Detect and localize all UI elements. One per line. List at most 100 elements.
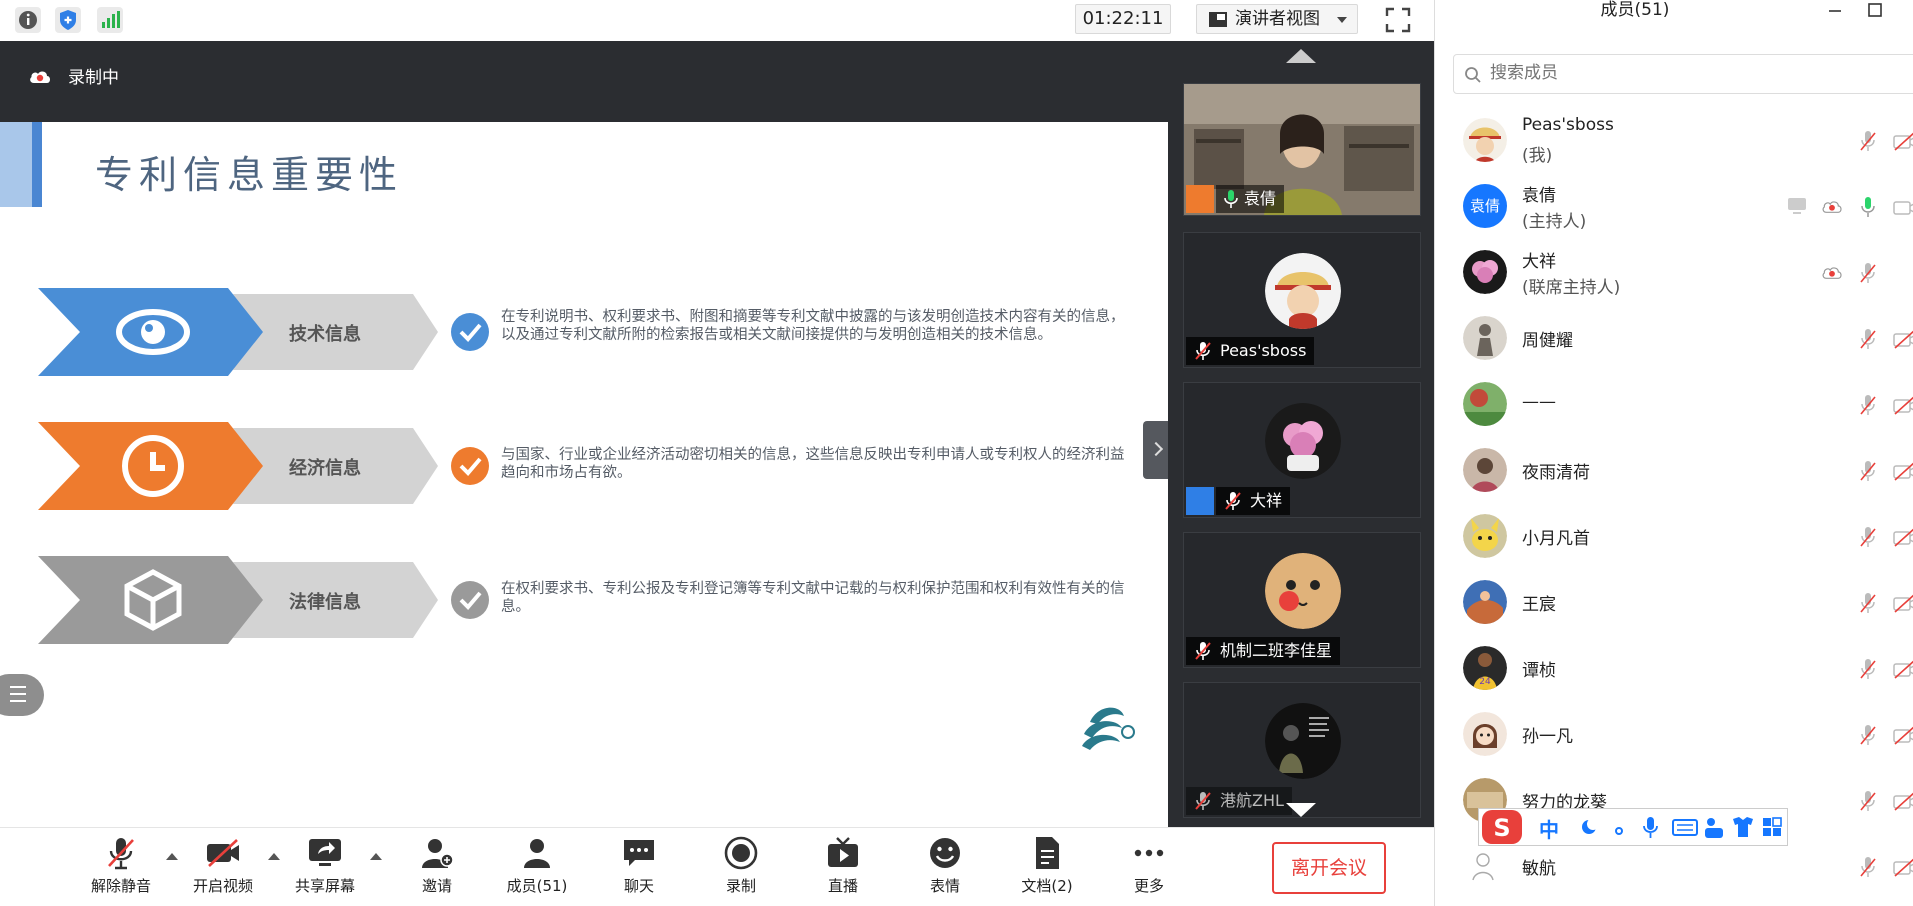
slide-menu-tab[interactable] bbox=[0, 674, 44, 716]
mic-muted-icon[interactable] bbox=[1859, 526, 1877, 548]
check-icon bbox=[451, 313, 489, 351]
avatar bbox=[1463, 316, 1507, 360]
mic-muted-icon[interactable] bbox=[1859, 658, 1877, 680]
screen-share-status-icon bbox=[1788, 198, 1806, 214]
video-tile[interactable]: Peas'sboss bbox=[1183, 232, 1421, 368]
row-tag: 法律信息 bbox=[289, 592, 361, 613]
info-icon[interactable] bbox=[14, 6, 42, 34]
video-tile[interactable]: 港航ZHL bbox=[1183, 682, 1421, 818]
video-name-label: 大祥 bbox=[1216, 487, 1291, 515]
member-row[interactable]: 袁倩 袁倩 (主持人) bbox=[1435, 173, 1913, 239]
avatar bbox=[1463, 448, 1507, 492]
record-button[interactable]: 录制 bbox=[696, 828, 786, 906]
start-video-button[interactable]: 开启视频 bbox=[178, 828, 268, 906]
member-search[interactable] bbox=[1453, 54, 1913, 94]
member-row[interactable]: 王宸 bbox=[1435, 569, 1913, 635]
mic-muted-icon bbox=[1195, 642, 1211, 660]
more-button[interactable]: 更多 bbox=[1104, 828, 1194, 906]
avatar bbox=[1463, 514, 1507, 558]
video-tile[interactable]: 机制二班李佳星 bbox=[1183, 532, 1421, 668]
camera-off-icon[interactable] bbox=[1893, 131, 1913, 151]
camera-off-icon[interactable] bbox=[1893, 329, 1913, 349]
mic-muted-icon[interactable] bbox=[1859, 460, 1877, 482]
mic-muted-icon bbox=[1225, 492, 1241, 510]
member-search-input[interactable] bbox=[1490, 63, 1870, 83]
audio-options-caret[interactable] bbox=[166, 853, 178, 860]
top-bar: 01:22:11 演讲者视图 bbox=[0, 0, 1434, 41]
avatar bbox=[1463, 382, 1507, 426]
member-row[interactable]: 小月凡首 bbox=[1435, 503, 1913, 569]
row-tag: 经济信息 bbox=[289, 458, 361, 479]
video-tile[interactable]: 袁倩 bbox=[1183, 83, 1421, 216]
signal-icon[interactable] bbox=[96, 6, 124, 34]
member-row[interactable]: 周健耀 bbox=[1435, 305, 1913, 371]
camera-icon[interactable] bbox=[1893, 197, 1913, 217]
minimize-icon[interactable] bbox=[1827, 2, 1843, 18]
member-row[interactable]: 孙一凡 bbox=[1435, 701, 1913, 767]
ime-icons: S bbox=[1482, 810, 1782, 844]
member-row[interactable]: —— bbox=[1435, 371, 1913, 437]
scroll-down-arrow-icon[interactable] bbox=[1286, 803, 1316, 817]
shared-slide: 专利信息重要性 技术信息 在专利说明书、权利要求书、附图和摘要等专利文献中披露的… bbox=[0, 122, 1168, 779]
video-options-caret[interactable] bbox=[268, 853, 280, 860]
scroll-up-arrow-icon[interactable] bbox=[1286, 49, 1316, 63]
view-mode-dropdown[interactable]: 演讲者视图 bbox=[1196, 4, 1358, 34]
voice-input-icon bbox=[1647, 817, 1654, 830]
video-name-label: 机制二班李佳星 bbox=[1186, 637, 1341, 665]
avatar bbox=[1463, 580, 1507, 624]
user-tools-icon bbox=[1707, 818, 1715, 826]
mic-active-icon bbox=[1224, 190, 1238, 208]
mic-muted-icon[interactable] bbox=[1859, 592, 1877, 614]
mic-muted-icon[interactable] bbox=[1859, 328, 1877, 350]
video-panel: 袁倩 Peas'sboss 大祥 机制二班李佳星 港航ZHL bbox=[1168, 41, 1434, 827]
documents-button[interactable]: 文档(2) bbox=[1002, 828, 1092, 906]
maximize-icon[interactable] bbox=[1867, 2, 1883, 18]
video-name-label: Peas'sboss bbox=[1186, 337, 1315, 365]
unmute-button[interactable]: 解除静音 bbox=[76, 828, 166, 906]
camera-off-icon[interactable] bbox=[1893, 659, 1913, 679]
emoji-button[interactable]: 表情 bbox=[900, 828, 990, 906]
avatar bbox=[1463, 844, 1507, 888]
chevron-down-icon bbox=[1337, 17, 1347, 23]
member-row[interactable]: Peas'sboss (我) bbox=[1435, 107, 1913, 173]
search-icon bbox=[1465, 67, 1481, 83]
shield-icon[interactable] bbox=[54, 6, 82, 34]
chat-button[interactable]: 聊天 bbox=[594, 828, 684, 906]
camera-off-icon[interactable] bbox=[1893, 395, 1913, 415]
member-row[interactable]: 24 谭桢 bbox=[1435, 635, 1913, 701]
ime-mode-label[interactable]: 中 bbox=[1539, 814, 1559, 843]
svg-text:24: 24 bbox=[1479, 677, 1491, 687]
slide-row-economic: 经济信息 与国家、行业或企业经济活动密切相关的信息，这些信息反映出专利申请人或专… bbox=[0, 418, 1168, 513]
mic-muted-icon[interactable] bbox=[1859, 724, 1877, 746]
leave-meeting-button[interactable]: 离开会议 bbox=[1272, 842, 1386, 894]
camera-off-icon[interactable] bbox=[1893, 857, 1913, 877]
member-row[interactable]: 夜雨清荷 bbox=[1435, 437, 1913, 503]
collapse-video-panel-button[interactable] bbox=[1143, 421, 1169, 479]
bottom-toolbar: 解除静音 开启视频 共享屏幕 邀请 成员(51) 聊天 录制 直播 表情 文档(… bbox=[0, 827, 1434, 906]
camera-off-icon[interactable] bbox=[1893, 527, 1913, 547]
camera-off-icon[interactable] bbox=[1893, 593, 1913, 613]
mic-active-icon[interactable] bbox=[1859, 196, 1877, 218]
mic-muted-icon[interactable] bbox=[1859, 856, 1877, 878]
camera-off-icon[interactable] bbox=[1893, 725, 1913, 745]
camera-off-icon[interactable] bbox=[1893, 791, 1913, 811]
camera-off-icon[interactable] bbox=[1893, 461, 1913, 481]
members-button[interactable]: 成员(51) bbox=[492, 828, 582, 906]
toolbox-icon bbox=[1763, 818, 1771, 826]
mic-muted-icon[interactable] bbox=[1859, 262, 1877, 284]
mic-muted-icon[interactable] bbox=[1859, 130, 1877, 152]
video-tile[interactable]: 大祥 bbox=[1183, 382, 1421, 518]
fullscreen-icon[interactable] bbox=[1384, 6, 1412, 34]
share-screen-button[interactable]: 共享屏幕 bbox=[280, 828, 370, 906]
video-name-label: 袁倩 bbox=[1216, 185, 1285, 213]
live-button[interactable]: 直播 bbox=[798, 828, 888, 906]
invite-button[interactable]: 邀请 bbox=[392, 828, 482, 906]
keyboard-icon bbox=[1672, 819, 1698, 836]
slide-title: 专利信息重要性 bbox=[95, 153, 404, 197]
mic-muted-icon[interactable] bbox=[1859, 790, 1877, 812]
ime-toolbar[interactable]: S 中 bbox=[1478, 808, 1788, 846]
share-options-caret[interactable] bbox=[370, 853, 382, 860]
mic-muted-icon[interactable] bbox=[1859, 394, 1877, 416]
member-row[interactable]: 大祥 (联席主持人) bbox=[1435, 239, 1913, 305]
avatar bbox=[1463, 250, 1507, 294]
